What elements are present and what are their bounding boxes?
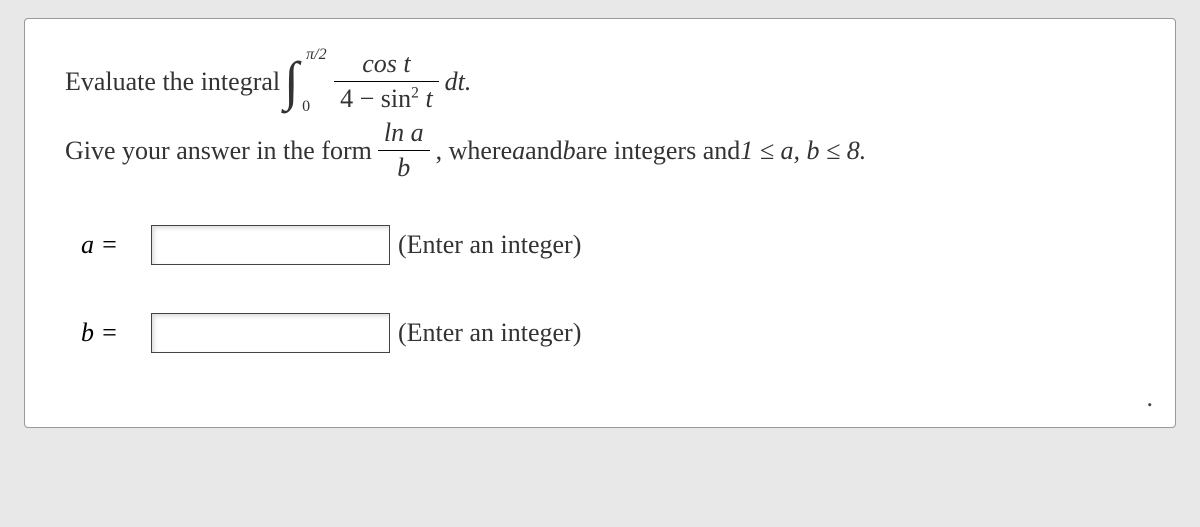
give-answer-text: Give your answer in the form xyxy=(65,136,372,166)
problem-container: Evaluate the integral ∫ π/2 0 cos t 4 − … xyxy=(24,18,1176,428)
integral-expression: ∫ π/2 0 xyxy=(284,50,324,114)
var-b-text: b xyxy=(563,136,576,166)
fraction-bar-icon xyxy=(378,150,430,151)
integers-text: are integers and xyxy=(576,136,741,166)
answer-form-fraction: ln a b xyxy=(378,118,430,183)
integrand-denominator: 4 − sin2 t xyxy=(334,84,439,114)
integrand-fraction: cos t 4 − sin2 t xyxy=(334,49,439,114)
dt-text: dt. xyxy=(445,67,472,97)
integral-symbol-icon: ∫ xyxy=(284,54,299,108)
integral-sign: ∫ π/2 0 xyxy=(284,50,324,114)
integral-upper-limit: π/2 xyxy=(306,46,326,64)
integrand-numerator: cos t xyxy=(356,49,416,79)
fraction-bar-icon xyxy=(334,81,439,82)
input-b[interactable] xyxy=(151,313,390,353)
eval-text: Evaluate the integral xyxy=(65,67,280,97)
answer-form-denominator: b xyxy=(391,153,416,183)
input-a[interactable] xyxy=(151,225,390,265)
problem-line-1: Evaluate the integral ∫ π/2 0 cos t 4 − … xyxy=(65,49,1135,114)
answer-row-a: a = (Enter an integer) xyxy=(81,225,1135,265)
den-exponent: 2 xyxy=(411,84,419,101)
where-text: , where xyxy=(436,136,513,166)
inequality-text: 1 ≤ a, b ≤ 8. xyxy=(740,136,866,166)
hint-b: (Enter an integer) xyxy=(398,318,581,348)
label-a: a = xyxy=(81,230,151,260)
corner-mark: . xyxy=(1147,383,1154,413)
den-left: 4 − sin xyxy=(340,84,411,113)
problem-line-2: Give your answer in the form ln a b , wh… xyxy=(65,118,1135,183)
and-text: and xyxy=(525,136,563,166)
answer-row-b: b = (Enter an integer) xyxy=(81,313,1135,353)
integral-lower-limit: 0 xyxy=(302,98,310,116)
answer-form-numerator: ln a xyxy=(378,118,430,148)
label-b: b = xyxy=(81,318,151,348)
hint-a: (Enter an integer) xyxy=(398,230,581,260)
den-right: t xyxy=(419,84,433,113)
var-a-text: a xyxy=(512,136,525,166)
